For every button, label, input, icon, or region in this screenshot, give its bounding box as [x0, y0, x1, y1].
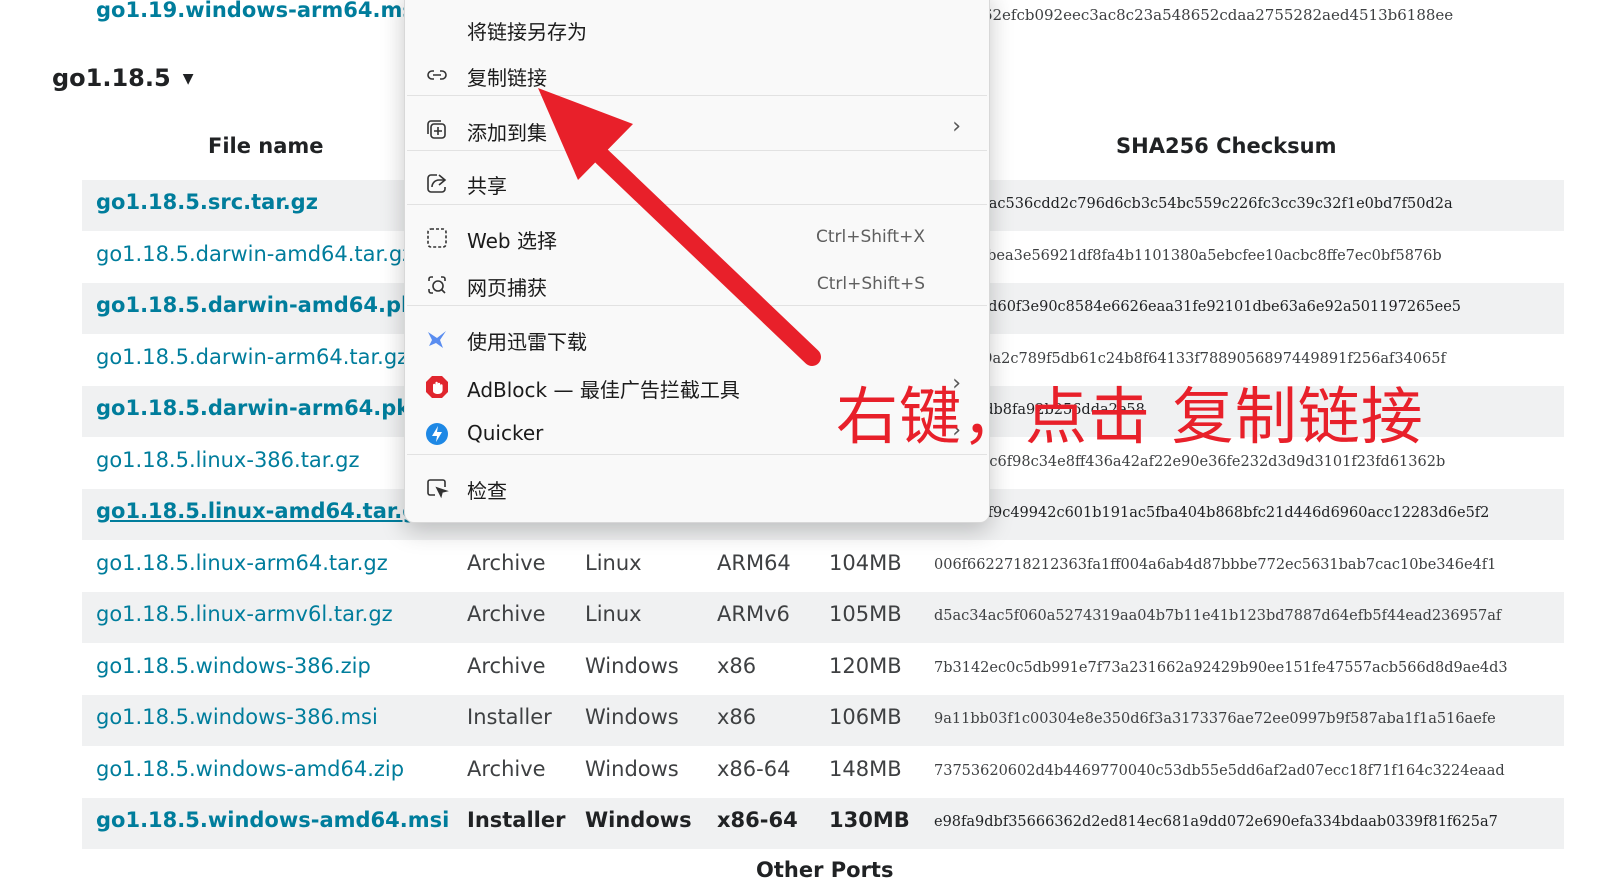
annotation-text: 右键，点击 复制链接	[836, 380, 1424, 453]
